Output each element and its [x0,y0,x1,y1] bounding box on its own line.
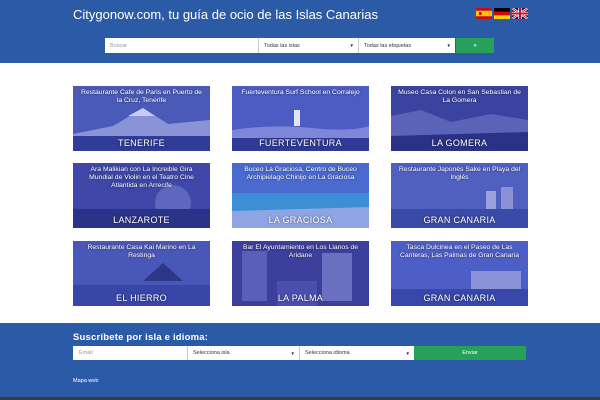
tags-select-value: Todas las etiquetas [364,42,412,49]
card-caption: Museo Casa Colon en San Sebastian de La … [398,89,521,104]
email-field[interactable] [73,346,187,360]
chevron-down-icon: ▼ [349,43,354,48]
site-header: Citygonow.com, tu guía de ocio de las Is… [0,0,600,63]
tags-select[interactable]: Todas las etiquetas ▼ [358,38,455,53]
card-caption: Tasca Dulcinea en el Paseo de Las Canter… [399,244,519,259]
event-card[interactable]: Tasca Dulcinea en el Paseo de Las Canter… [391,241,528,306]
card-caption: Ara Malikian con La Increible Gira Mundi… [89,166,194,189]
islands-select-value: Todas las islas [264,42,300,49]
subscribe-language-value: Selecciona idioma [305,350,350,356]
chevron-down-icon: ▼ [405,350,410,356]
card-caption: Restaurante Japonés Sake en Playa del In… [398,166,521,181]
subscribe-island-value: Selecciona isla [193,350,230,356]
subscribe-language-select[interactable]: Selecciona idioma ▼ [299,346,414,360]
chevron-down-icon: ▼ [446,43,451,48]
card-island-label: LANZAROTE [113,215,170,225]
sitemap-link[interactable]: Mapa web [73,378,98,384]
event-card[interactable]: Restaurante Cafe de Paris en Puerto de l… [73,86,210,151]
card-island-label: LA GRACIOSA [268,215,333,225]
subscribe-footer: Suscríbete por isla e idioma: Selecciona… [0,323,600,400]
main-content: Restaurante Cafe de Paris en Puerto de l… [0,63,600,323]
subscribe-title: Suscríbete por isla e idioma: [73,332,209,343]
card-island-label: EL HIERRO [116,293,167,303]
card-island-label: FUERTEVENTURA [259,138,342,148]
card-caption: Restaurante Cafe de Paris en Puerto de l… [81,89,202,104]
event-card[interactable]: Ara Malikian con La Increible Gira Mundi… [73,163,210,228]
chevron-down-icon: ▼ [290,350,295,356]
event-card[interactable]: Buceo La Graciosa, Centro de Buceo Archi… [232,163,369,228]
site-title[interactable]: Citygonow.com, tu guía de ocio de las Is… [73,7,378,22]
search-input[interactable] [105,38,258,53]
event-card[interactable]: Restaurante Japonés Sake en Playa del In… [391,163,528,228]
card-caption: Bar El Ayuntamiento en Los Llanos de Ari… [242,244,359,259]
uk-flag-icon[interactable] [512,8,528,19]
send-button[interactable]: Enviar [414,346,526,360]
card-island-label: LA PALMA [277,293,324,303]
card-island-label: LA GOMERA [431,138,488,148]
subscribe-form: Selecciona isla ▼ Selecciona idioma ▼ En… [73,346,526,360]
card-caption: Buceo La Graciosa, Centro de Buceo Archi… [244,166,357,181]
german-flag-icon[interactable] [494,8,510,19]
card-island-label: TENERIFE [118,138,165,148]
card-island-label: GRAN CANARIA [423,293,496,303]
card-caption: Restaurante Casa Kai Marino en La Restin… [87,244,196,259]
search-bar: Todas las islas ▼ Todas las etiquetas ▼ … [105,38,494,53]
event-card[interactable]: Museo Casa Colon en San Sebastian de La … [391,86,528,151]
card-caption: Fuerteventura Surf School en Corralejo [241,89,360,96]
search-button[interactable]: » [456,38,494,53]
spanish-flag-icon[interactable] [476,8,492,19]
card-island-label: GRAN CANARIA [423,215,496,225]
subscribe-island-select[interactable]: Selecciona isla ▼ [187,346,299,360]
event-card[interactable]: Bar El Ayuntamiento en Los Llanos de Ari… [232,241,369,306]
language-flags [476,8,528,19]
event-card[interactable]: Restaurante Casa Kai Marino en La Restin… [73,241,210,306]
event-card[interactable]: Fuerteventura Surf School en Corralejo F… [232,86,369,151]
islands-select[interactable]: Todas las islas ▼ [258,38,358,53]
